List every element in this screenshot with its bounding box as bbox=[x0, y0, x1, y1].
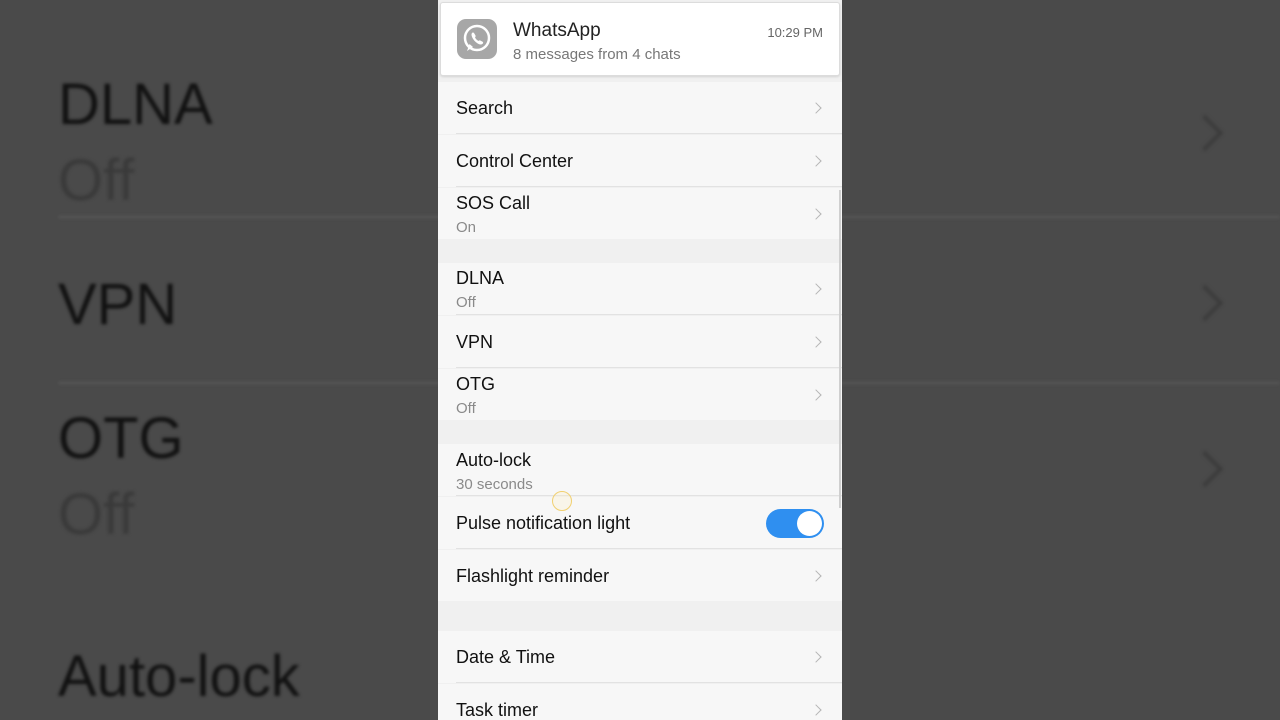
setting-task-timer[interactable]: Task timer bbox=[438, 684, 842, 720]
bg-dlna-value: Off bbox=[58, 148, 135, 213]
bg-vpn-label: VPN bbox=[58, 272, 178, 337]
bg-chevron-icon bbox=[1186, 450, 1224, 488]
setting-value: Off bbox=[456, 294, 476, 311]
divider bbox=[456, 314, 842, 315]
divider bbox=[456, 133, 842, 134]
bg-chevron-icon bbox=[1186, 114, 1224, 152]
setting-label: Pulse notification light bbox=[456, 513, 631, 533]
setting-label: OTG bbox=[456, 374, 495, 394]
divider bbox=[456, 367, 842, 368]
toggle-knob bbox=[797, 511, 822, 536]
setting-value: 30 seconds bbox=[456, 476, 533, 493]
chevron-right-icon bbox=[810, 283, 822, 295]
chevron-right-icon bbox=[810, 389, 822, 401]
setting-search[interactable]: Search bbox=[438, 82, 842, 134]
setting-label: Task timer bbox=[456, 700, 539, 720]
chevron-right-icon bbox=[810, 102, 822, 114]
bg-dlna-label: DLNA bbox=[58, 72, 213, 137]
divider bbox=[456, 495, 842, 496]
chevron-right-icon bbox=[810, 155, 822, 167]
setting-label: VPN bbox=[456, 332, 494, 352]
setting-label: DLNA bbox=[456, 268, 505, 288]
setting-sos-call[interactable]: SOS Call On bbox=[438, 188, 842, 239]
divider bbox=[456, 186, 842, 187]
setting-value: Off bbox=[456, 400, 476, 417]
bg-chevron-icon bbox=[1186, 284, 1224, 322]
chevron-right-icon bbox=[810, 570, 822, 582]
setting-pulse-notification-light: Pulse notification light bbox=[438, 497, 842, 549]
scrollbar[interactable] bbox=[839, 190, 841, 508]
touch-indicator bbox=[552, 491, 572, 511]
setting-label: Control Center bbox=[456, 151, 574, 171]
setting-otg[interactable]: OTG Off bbox=[438, 369, 842, 420]
pulse-light-toggle[interactable] bbox=[766, 509, 824, 538]
whatsapp-icon bbox=[457, 19, 497, 59]
setting-label: Date & Time bbox=[456, 647, 556, 667]
notification-text: 8 messages from 4 chats bbox=[513, 46, 681, 63]
setting-dlna[interactable]: DLNA Off bbox=[438, 263, 842, 315]
setting-label: SOS Call bbox=[456, 193, 531, 213]
setting-vpn[interactable]: VPN bbox=[438, 316, 842, 368]
notification-banner[interactable]: WhatsApp 8 messages from 4 chats 10:29 P… bbox=[440, 2, 840, 76]
divider bbox=[456, 548, 842, 549]
phone-screen: WhatsApp 8 messages from 4 chats 10:29 P… bbox=[438, 0, 842, 720]
bg-otg-label: OTG bbox=[58, 406, 184, 471]
setting-label: Flashlight reminder bbox=[456, 566, 610, 586]
setting-flashlight-reminder[interactable]: Flashlight reminder bbox=[438, 550, 842, 601]
setting-value: On bbox=[456, 219, 477, 236]
setting-label: Search bbox=[456, 98, 514, 118]
divider bbox=[456, 682, 842, 683]
chevron-right-icon bbox=[810, 651, 822, 663]
chevron-right-icon bbox=[810, 336, 822, 348]
bg-autolock-label: Auto-lock bbox=[58, 644, 300, 709]
bg-otg-value: Off bbox=[58, 482, 135, 547]
setting-control-center[interactable]: Control Center bbox=[438, 135, 842, 187]
setting-date-time[interactable]: Date & Time bbox=[438, 631, 842, 683]
setting-auto-lock[interactable]: Auto-lock 30 seconds bbox=[438, 444, 842, 496]
setting-label: Auto-lock bbox=[456, 450, 532, 470]
notification-time: 10:29 PM bbox=[767, 25, 823, 40]
chevron-right-icon bbox=[810, 704, 822, 716]
notification-title: WhatsApp bbox=[513, 20, 601, 41]
chevron-right-icon bbox=[810, 208, 822, 220]
